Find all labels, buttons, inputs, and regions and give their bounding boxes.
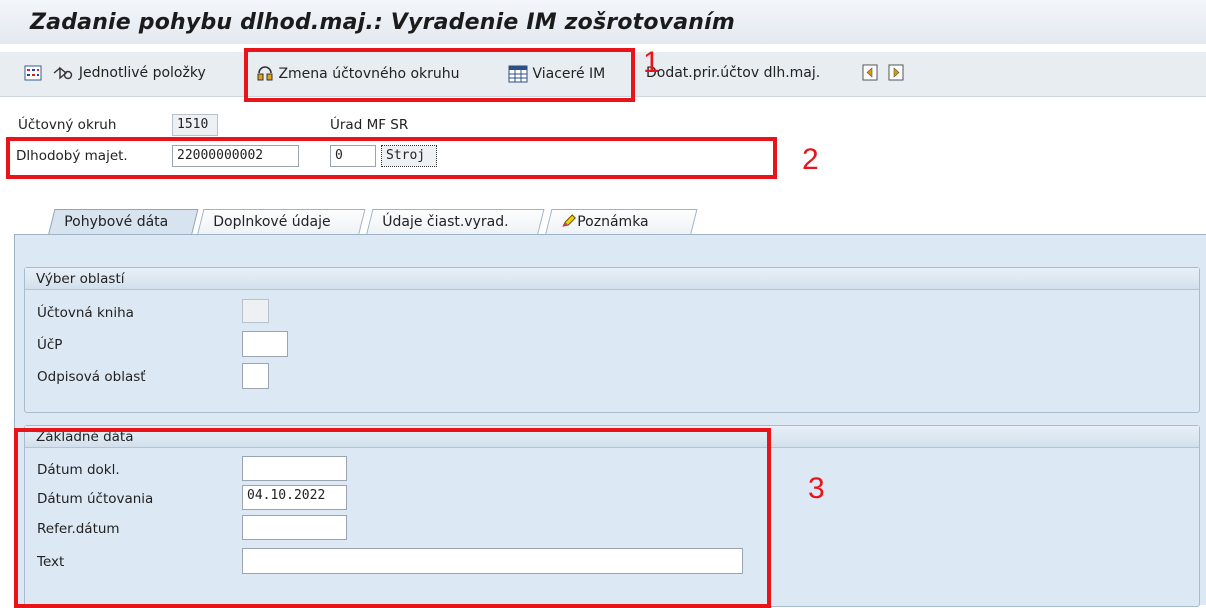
- annotation-number-3: 3: [808, 472, 825, 505]
- annotation-box-1: [244, 48, 635, 102]
- window-title: Zadanie pohybu dlhod.maj.: Vyradenie IM …: [30, 10, 735, 35]
- tab-note-label: Poznámka: [577, 214, 649, 230]
- company-code-label: Účtovný okruh: [18, 117, 117, 133]
- tab-movement-data[interactable]: Pohybové dáta: [48, 209, 199, 235]
- depreciation-area-input[interactable]: [242, 363, 269, 389]
- tab-partial-retirement[interactable]: Údaje čiast.vyrad.: [366, 209, 545, 235]
- ledger-field: [242, 299, 269, 323]
- annotation-box-2: [6, 137, 777, 179]
- company-code-name: Úrad MF SR: [330, 117, 409, 133]
- tab-partial-retirement-label: Údaje čiast.vyrad.: [382, 214, 509, 230]
- tab-movement-data-label: Pohybové dáta: [64, 214, 169, 230]
- tab-additional-data-label: Doplnkové údaje: [213, 214, 331, 230]
- title-bar: Zadanie pohybu dlhod.maj.: Vyradenie IM …: [0, 0, 1206, 44]
- glasses-icon: [54, 66, 73, 80]
- list-items-icon: [24, 65, 42, 81]
- next-page-button[interactable]: [888, 64, 904, 81]
- single-items-label: Jednotlivé položky: [78, 65, 206, 81]
- note-pencil-icon: [562, 214, 576, 227]
- ledger-label: Účtovná kniha: [37, 305, 134, 321]
- annotation-number-1: 1: [643, 46, 660, 79]
- depreciation-area-label: Odpisová oblasť: [37, 369, 146, 385]
- annotation-number-2: 2: [802, 143, 819, 176]
- tab-note[interactable]: Poznámka: [545, 209, 698, 235]
- additional-acquisitions-label: Dodat.prir.účtov dlh.maj.: [646, 65, 821, 81]
- area-selection-group: Výber oblastí: [24, 267, 1200, 413]
- annotation-box-3: [14, 428, 771, 608]
- prev-page-icon: [862, 64, 878, 81]
- accounting-principle-input[interactable]: [242, 331, 288, 357]
- area-selection-title: Výber oblastí: [25, 268, 1199, 290]
- company-code-field: 1510: [172, 114, 218, 136]
- prev-page-button[interactable]: [862, 64, 878, 81]
- single-items-button[interactable]: Jednotlivé položky: [24, 65, 206, 81]
- tab-additional-data[interactable]: Doplnkové údaje: [197, 209, 366, 235]
- accounting-principle-label: ÚčP: [37, 337, 63, 353]
- next-page-icon: [888, 64, 904, 81]
- additional-acquisitions-button[interactable]: Dodat.prir.účtov dlh.maj.: [646, 65, 820, 81]
